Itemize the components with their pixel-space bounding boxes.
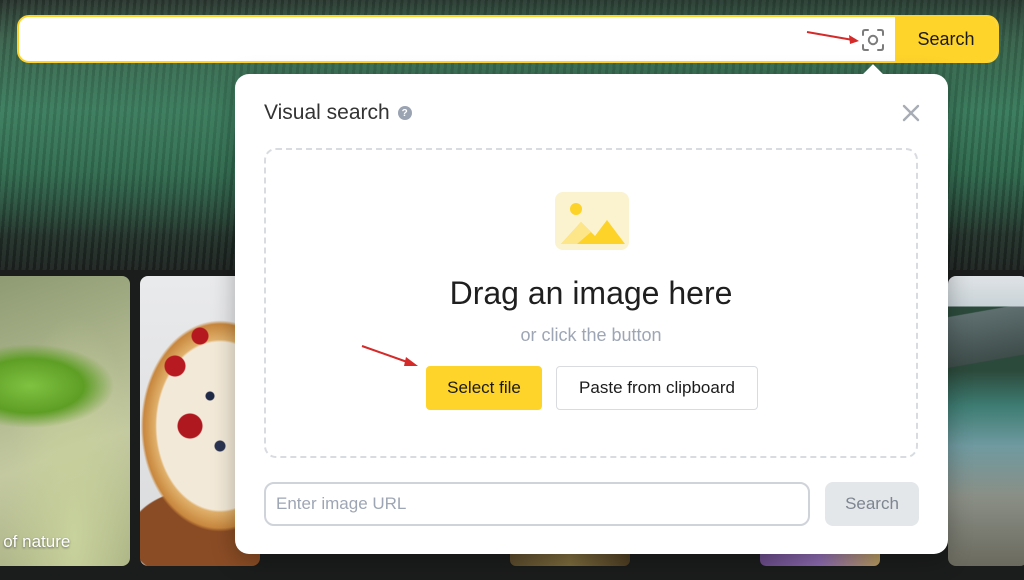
gallery-tile-strip: [760, 552, 880, 566]
gallery-tile-leaf[interactable]: y of nature: [0, 276, 130, 566]
image-url-input[interactable]: [264, 482, 810, 526]
popup-title: Visual search ?: [264, 101, 412, 125]
drag-title: Drag an image here: [449, 275, 733, 311]
url-search-button[interactable]: Search: [825, 482, 919, 526]
help-icon[interactable]: ?: [397, 106, 412, 120]
visual-search-popup: Visual search ? Drag an image here or cl…: [235, 64, 948, 554]
image-dropzone[interactable]: Drag an image here or click the button S…: [264, 148, 918, 458]
gallery-tile-caption: y of nature: [0, 532, 71, 551]
search-bar: Search: [17, 15, 999, 63]
image-placeholder-icon: [555, 192, 629, 250]
search-button[interactable]: Search: [895, 17, 997, 61]
visual-search-camera-icon[interactable]: [859, 26, 887, 54]
gallery-tile-mountain-lake[interactable]: [948, 276, 1024, 566]
popup-title-text: Visual search: [264, 101, 390, 124]
select-file-button[interactable]: Select file: [426, 366, 542, 410]
search-input[interactable]: [19, 17, 895, 61]
paste-from-clipboard-button[interactable]: Paste from clipboard: [556, 366, 758, 410]
close-icon[interactable]: [900, 102, 922, 124]
drag-subtitle: or click the button: [520, 325, 662, 345]
gallery-tile-strip: [510, 552, 630, 566]
